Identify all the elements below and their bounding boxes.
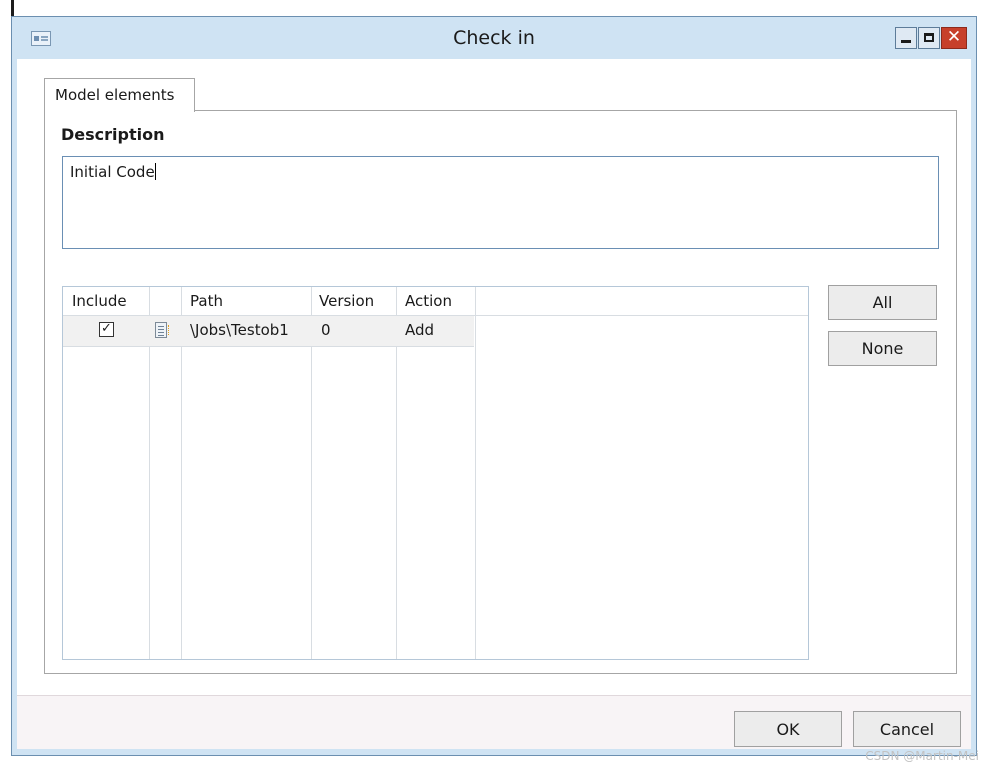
text-caret (154, 163, 156, 180)
column-divider[interactable] (475, 287, 476, 659)
description-text: Initial Code (70, 163, 155, 181)
client-area: Model elements Description Initial Code … (17, 59, 971, 749)
watermark-text: CSDN @Martin-Mei (865, 749, 979, 763)
elements-grid[interactable]: Include Path Version Action ✓ \Jobs\Test… (62, 286, 809, 660)
column-header-action[interactable]: Action (405, 292, 452, 310)
checkmark-icon: ✓ (101, 321, 112, 336)
footer-divider (17, 695, 971, 696)
grid-header: Include Path Version Action (63, 287, 808, 316)
table-row[interactable]: ✓ \Jobs\Testob1 0 Add (63, 316, 474, 347)
description-label: Description (61, 125, 165, 144)
row-version: 0 (321, 321, 331, 339)
description-input[interactable]: Initial Code (62, 156, 939, 249)
main-area: Model elements Description Initial Code … (17, 59, 971, 695)
none-button[interactable]: None (828, 331, 937, 366)
ok-button[interactable]: OK (734, 711, 842, 747)
include-checkbox[interactable]: ✓ (99, 322, 114, 337)
column-header-path[interactable]: Path (190, 292, 223, 310)
minimize-button[interactable] (895, 27, 917, 49)
window-title: Check in (453, 27, 535, 49)
close-button[interactable]: ✕ (941, 27, 967, 49)
close-icon: ✕ (946, 27, 962, 47)
model-elements-panel: Description Initial Code Include Path Ve… (44, 110, 957, 674)
maximize-button[interactable] (918, 27, 940, 49)
tab-model-elements[interactable]: Model elements (44, 78, 195, 112)
row-path: \Jobs\Testob1 (190, 321, 289, 339)
column-header-include[interactable]: Include (72, 292, 127, 310)
title-bar[interactable]: Check in ✕ (12, 17, 976, 59)
row-action: Add (405, 321, 435, 339)
document-icon (155, 322, 169, 338)
all-button[interactable]: All (828, 285, 937, 320)
column-header-version[interactable]: Version (319, 292, 374, 310)
check-in-dialog: Check in ✕ Model elements Description In… (11, 16, 977, 756)
cancel-button[interactable]: Cancel (853, 711, 961, 747)
